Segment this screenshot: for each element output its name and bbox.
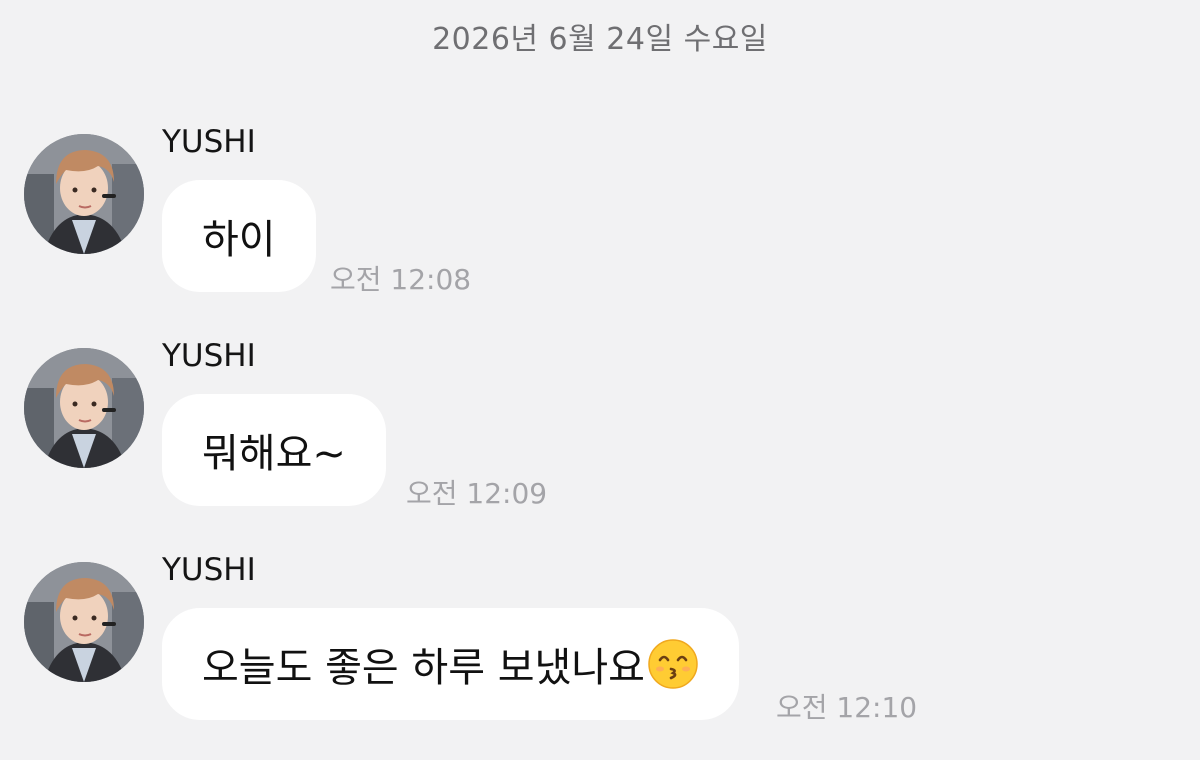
sender-name: YUSHI [162,124,256,160]
message-row: YUSHI 오늘도 좋은 하루 보냈나요 오전 12:10 [0,552,1200,760]
message-row: YUSHI 뭐해요~ 오전 12:09 [0,338,1200,548]
sender-name: YUSHI [162,552,256,588]
avatar[interactable] [24,348,144,468]
message-time: 오전 12:08 [330,263,472,296]
profile-photo [24,134,144,254]
kissing-smiling-eyes-emoji-icon [647,638,699,690]
sender-name: YUSHI [162,338,256,374]
profile-photo [24,348,144,468]
message-text: 하이 [202,217,276,263]
date-divider: 2026년 6월 24일 수요일 [432,22,768,57]
message-text: 뭐해요~ [202,431,346,477]
message-time: 오전 12:10 [776,691,918,724]
avatar[interactable] [24,134,144,254]
message-bubble[interactable]: 뭐해요~ [162,394,386,506]
chat-view: 2026년 6월 24일 수요일 YUSHI 하이 오전 12:08 YUSHI… [0,0,1200,760]
message-time: 오전 12:09 [406,477,548,510]
message-text: 오늘도 좋은 하루 보냈나요 [202,645,645,691]
profile-photo [24,562,144,682]
message-bubble[interactable]: 하이 [162,180,316,292]
avatar[interactable] [24,562,144,682]
message-bubble[interactable]: 오늘도 좋은 하루 보냈나요 [162,608,739,720]
message-row: YUSHI 하이 오전 12:08 [0,124,1200,334]
